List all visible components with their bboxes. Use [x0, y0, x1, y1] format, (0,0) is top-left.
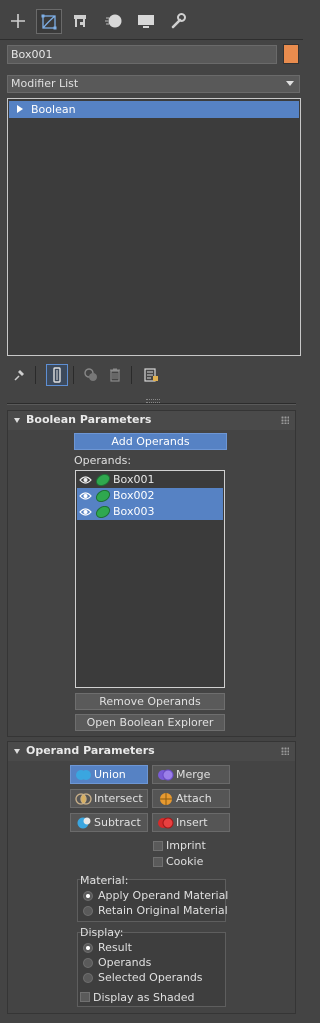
display-selected-operands-radio[interactable] [83, 973, 93, 983]
tab-create[interactable] [5, 8, 31, 34]
rollout-header[interactable]: Boolean Parameters [8, 411, 295, 430]
pin-stack-button[interactable] [8, 364, 30, 386]
list-item[interactable]: Box003 [77, 504, 223, 520]
toolbar-divider [35, 366, 36, 384]
imprint-label: Imprint [166, 839, 206, 852]
remove-operands-button[interactable]: Remove Operands [75, 693, 225, 710]
intersect-label: Intersect [94, 792, 143, 805]
attach-button[interactable]: Attach [152, 789, 230, 808]
remove-modifier-button[interactable] [104, 364, 126, 386]
eye-icon[interactable] [79, 507, 92, 517]
operand-name: Box002 [113, 489, 155, 502]
wrench-icon [171, 13, 186, 29]
operands-label: Operands: [74, 454, 132, 467]
intersect-icon [75, 793, 92, 805]
apply-operand-material-label: Apply Operand Material [98, 889, 229, 902]
modifier-list-label: Modifier List [11, 77, 79, 90]
display-operands-radio[interactable] [83, 958, 93, 968]
operand-name: Box001 [113, 473, 155, 486]
apply-operand-material-radio[interactable] [83, 891, 93, 901]
cookie-checkbox[interactable] [153, 857, 163, 867]
display-selected-operands-label: Selected Operands [98, 971, 203, 984]
pin-stack-icon [14, 370, 24, 381]
list-item[interactable]: Box002 [77, 488, 223, 504]
subtract-button[interactable]: Subtract [70, 813, 148, 832]
subtract-icon [77, 817, 91, 829]
material-label: Material: [80, 874, 129, 887]
display-operands-label: Operands [98, 956, 152, 969]
tab-modify[interactable] [36, 9, 62, 34]
open-boolean-explorer-button[interactable]: Open Boolean Explorer [75, 714, 225, 731]
operand-shape-icon [95, 490, 111, 502]
cookie-label: Cookie [166, 855, 204, 868]
union-icon [76, 770, 91, 780]
motion-icon [105, 14, 122, 28]
plus-icon [11, 14, 25, 28]
modify-icon [41, 14, 57, 29]
display-as-shaded-label: Display as Shaded [93, 991, 195, 1004]
tab-hierarchy[interactable] [67, 8, 93, 34]
display-label: Display: [80, 926, 124, 939]
attach-icon [160, 793, 172, 805]
tab-display[interactable] [133, 8, 159, 34]
imprint-checkbox[interactable] [153, 841, 163, 851]
panel-splitter[interactable] [7, 403, 296, 405]
show-end-result-icon [53, 367, 61, 383]
modifier-list-dropdown[interactable]: Modifier List [7, 75, 300, 93]
stack-toolbar [0, 362, 303, 388]
expand-arrow-icon[interactable] [17, 105, 23, 113]
operand-shape-icon [95, 474, 111, 486]
configure-modifier-sets-icon [144, 368, 158, 382]
operand-name: Box003 [113, 505, 155, 518]
add-operands-button[interactable]: Add Operands [74, 433, 227, 450]
collapse-arrow-icon [14, 749, 20, 754]
hierarchy-icon [74, 15, 86, 27]
union-label: Union [94, 768, 126, 781]
merge-button[interactable]: Merge [152, 765, 230, 784]
display-icon [138, 15, 154, 28]
object-color-swatch[interactable] [283, 44, 299, 64]
operand-shape-icon [95, 506, 111, 518]
object-name-field[interactable]: Box001 [7, 45, 277, 64]
configure-modifier-sets-button[interactable] [140, 364, 162, 386]
show-end-result-button[interactable] [46, 364, 68, 386]
display-result-radio[interactable] [83, 943, 93, 953]
merge-icon [158, 769, 174, 781]
operands-list[interactable]: Box001 Box002 Box003 [75, 470, 225, 688]
rollout-title: Boolean Parameters [26, 413, 152, 426]
rollout-title: Operand Parameters [26, 744, 155, 757]
stack-item-label: Boolean [31, 103, 76, 116]
insert-button[interactable]: Insert [152, 813, 230, 832]
display-result-label: Result [98, 941, 132, 954]
make-unique-button[interactable] [80, 364, 102, 386]
make-unique-icon [84, 368, 97, 381]
modifier-stack[interactable]: Boolean [7, 98, 301, 356]
splitter-grip-icon[interactable] [146, 399, 160, 403]
eye-icon[interactable] [79, 491, 92, 501]
list-item[interactable]: Box001 [77, 472, 223, 488]
eye-icon[interactable] [79, 475, 92, 485]
insert-label: Insert [176, 816, 208, 829]
tab-utilities[interactable] [165, 8, 191, 34]
stack-item-boolean[interactable]: Boolean [9, 101, 299, 118]
drag-handle-icon[interactable] [281, 747, 289, 755]
toolbar-divider [131, 366, 132, 384]
collapse-arrow-icon [14, 418, 20, 423]
display-as-shaded-checkbox[interactable] [80, 992, 90, 1002]
attach-label: Attach [176, 792, 212, 805]
drag-handle-icon[interactable] [281, 416, 289, 424]
rollout-header[interactable]: Operand Parameters [8, 742, 295, 761]
retain-original-material-label: Retain Original Material [98, 904, 228, 917]
toolbar-divider [73, 366, 74, 384]
chevron-down-icon [286, 81, 294, 86]
intersect-button[interactable]: Intersect [70, 789, 148, 808]
union-button[interactable]: Union [70, 765, 148, 784]
retain-original-material-radio[interactable] [83, 906, 93, 916]
remove-modifier-icon [110, 368, 120, 382]
command-panel-tabs [0, 0, 303, 40]
subtract-label: Subtract [94, 816, 141, 829]
insert-icon [158, 817, 174, 829]
tab-motion[interactable] [101, 8, 127, 34]
merge-label: Merge [176, 768, 211, 781]
